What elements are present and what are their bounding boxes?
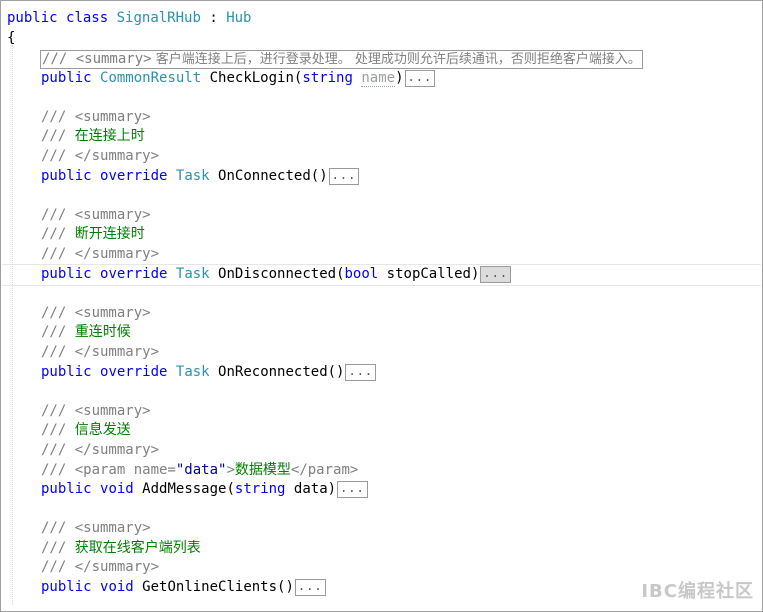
- return-type: CommonResult: [100, 70, 202, 86]
- keyword: public: [41, 481, 92, 497]
- keyword: override: [100, 266, 168, 282]
- method-getonlineclients[interactable]: public void GetOnlineClients()...: [41, 578, 326, 597]
- keyword: void: [100, 481, 134, 497]
- method-onconnected[interactable]: public override Task OnConnected()...: [41, 167, 360, 186]
- method-name: AddMessage: [142, 481, 227, 497]
- keyword: public: [41, 70, 92, 86]
- keyword: public: [41, 266, 92, 282]
- param-type: bool: [344, 266, 379, 282]
- doc-prefix: ///: [41, 128, 75, 144]
- keyword: public: [41, 364, 92, 380]
- method-name: GetOnlineClients: [142, 579, 278, 595]
- return-type: Task: [175, 168, 210, 184]
- method-name: OnReconnected: [218, 364, 328, 380]
- doc-comment: /// <summary>: [41, 109, 151, 125]
- method-name: OnDisconnected: [218, 266, 337, 282]
- method-ondisconnected[interactable]: public override Task OnDisconnected(bool…: [41, 265, 512, 284]
- watermark: IBC编程社区: [641, 581, 754, 602]
- return-type: Task: [175, 266, 210, 282]
- return-type: Task: [175, 364, 210, 380]
- doc-comment: /// 重连时候: [41, 323, 131, 342]
- code-editor[interactable]: public class SignalRHub : Hub { /// <sum…: [0, 0, 763, 612]
- comment-text: 重连时候: [74, 324, 131, 340]
- doc-prefix: ///: [41, 324, 75, 340]
- doc-comment: /// </summary>: [41, 148, 160, 164]
- paren: ): [470, 266, 480, 282]
- indent-guide: [12, 45, 13, 605]
- doc-prefix: ///: [41, 226, 75, 242]
- keyword: void: [100, 579, 134, 595]
- comment-text: 信息发送: [74, 422, 131, 438]
- keyword: override: [100, 364, 168, 380]
- colon: :: [200, 10, 227, 26]
- class-declaration[interactable]: public class SignalRHub : Hub: [7, 9, 252, 28]
- method-name: CheckLogin: [209, 70, 294, 86]
- method-onreconnected[interactable]: public override Task OnReconnected()...: [41, 363, 377, 382]
- params: (): [310, 168, 328, 184]
- param-tag: >: [226, 462, 235, 478]
- doc-comment: /// <summary>: [41, 520, 151, 536]
- doc-comment: /// 断开连接时: [41, 225, 145, 244]
- collapsed-body-button[interactable]: ...: [337, 480, 368, 498]
- doc-prefix: ///: [41, 462, 75, 478]
- paren: (: [336, 266, 345, 282]
- param-tag: <param name=: [74, 462, 176, 478]
- param-name: stopCalled: [386, 266, 471, 282]
- base-class: Hub: [226, 10, 252, 26]
- doc-comment: /// 在连接上时: [41, 127, 145, 146]
- param-type: string: [234, 481, 286, 497]
- class-name: SignalRHub: [116, 10, 201, 26]
- doc-comment: /// </summary>: [41, 442, 160, 458]
- params: (): [277, 579, 294, 595]
- doc-comment: /// 信息发送: [41, 421, 131, 440]
- doc-param-comment: /// <param name="data">数据模型</param>: [41, 461, 358, 480]
- collapsed-body-button[interactable]: ...: [345, 363, 377, 381]
- paren: ): [395, 70, 404, 86]
- comment-text: 数据模型: [234, 462, 291, 478]
- collapsed-body-button[interactable]: ...: [404, 69, 436, 87]
- doc-comment: /// 获取在线客户端列表: [41, 539, 201, 558]
- collapsed-body-button[interactable]: ...: [328, 167, 360, 185]
- method-addmessage[interactable]: public void AddMessage(string data)...: [41, 480, 368, 499]
- comment-text: 断开连接时: [74, 226, 145, 242]
- comment-text: 获取在线客户端列表: [74, 540, 201, 556]
- collapsed-body-button[interactable]: ...: [480, 265, 512, 283]
- summary-tag: /// <summary>: [42, 51, 152, 67]
- collapsed-body-button[interactable]: ...: [294, 578, 326, 596]
- param-type: string: [302, 70, 353, 86]
- doc-comment: /// </summary>: [41, 246, 160, 262]
- doc-comment: /// </summary>: [41, 559, 160, 575]
- param-name: name: [361, 70, 396, 87]
- keyword: public: [41, 579, 92, 595]
- collapsed-summary-region[interactable]: /// <summary> 客户端连接上后，进行登录处理。 处理成功则允许后续通…: [40, 50, 643, 69]
- method-name: OnConnected: [218, 168, 311, 184]
- doc-comment: /// <summary>: [41, 207, 151, 223]
- keyword: override: [100, 168, 168, 184]
- keyword: public: [41, 168, 92, 184]
- paren: (: [226, 481, 235, 497]
- summary-text: 客户端连接上后，进行登录处理。 处理成功则允许后续通讯，否则拒绝客户端接入。: [151, 52, 641, 67]
- params: (): [327, 364, 345, 380]
- keyword: public: [7, 10, 58, 26]
- param-tag: </param>: [290, 462, 359, 478]
- comment-text: 在连接上时: [74, 128, 145, 144]
- doc-comment: /// </summary>: [41, 344, 160, 360]
- open-brace: {: [7, 30, 16, 46]
- keyword: class: [66, 10, 109, 26]
- paren: ): [327, 481, 337, 497]
- doc-comment: /// <summary>: [41, 403, 151, 419]
- param-attr-value: "data": [175, 462, 227, 478]
- doc-prefix: ///: [41, 540, 75, 556]
- method-checklogin[interactable]: public CommonResult CheckLogin(string na…: [41, 69, 436, 88]
- doc-comment: /// <summary>: [41, 305, 151, 321]
- doc-prefix: ///: [41, 422, 75, 438]
- param-name: data: [293, 481, 328, 497]
